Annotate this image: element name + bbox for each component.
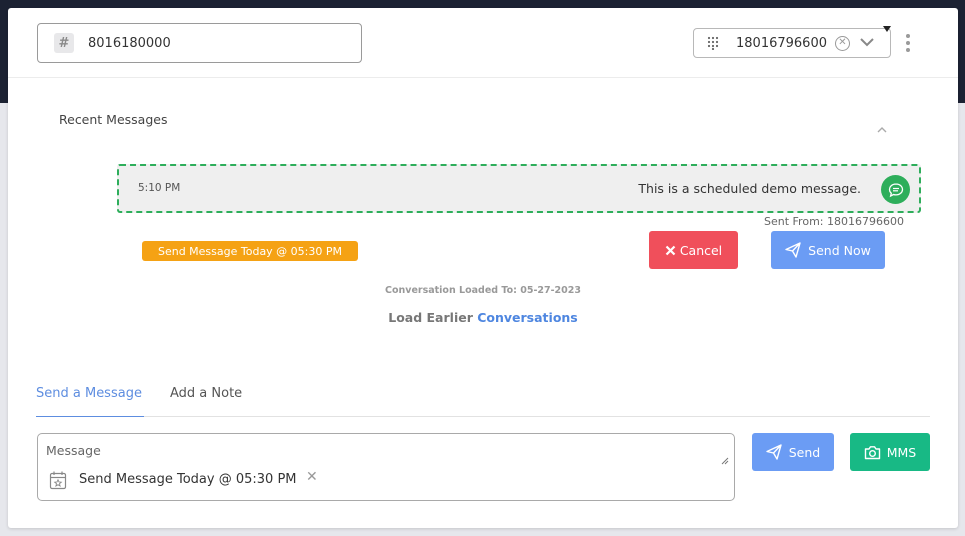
message-placeholder: Message (46, 443, 101, 458)
clear-icon[interactable]: ✕ (835, 36, 850, 51)
send-now-label: Send Now (808, 242, 871, 258)
scheduled-message-bubble: 5:10 PM This is a scheduled demo message… (117, 164, 921, 213)
from-number-select[interactable]: 18016796600 ✕ (693, 28, 891, 58)
send-now-button[interactable]: Send Now (771, 231, 885, 269)
tab-add-note[interactable]: Add a Note (170, 386, 242, 417)
message-input[interactable]: Message Send Message Today @ 05:30 PM ✕ (37, 433, 735, 501)
calendar-icon (49, 471, 67, 490)
load-earlier[interactable]: Load Earlier Conversations (8, 310, 958, 325)
conversation-loaded-to: Conversation Loaded To: 05-27-2023 (384, 285, 581, 296)
chevron-down-icon[interactable] (859, 35, 875, 49)
contact-number-value: 8016180000 (88, 35, 171, 51)
sent-from-label: Sent From: 18016796600 (764, 215, 904, 228)
message-time: 5:10 PM (138, 182, 181, 194)
chevron-up-icon[interactable] (876, 125, 888, 133)
load-earlier-link[interactable]: Conversations (477, 310, 578, 325)
remove-schedule-icon[interactable]: ✕ (306, 469, 318, 485)
from-number-value: 18016796600 (736, 35, 827, 51)
paper-plane-icon (766, 444, 782, 460)
schedule-badge: Send Message Today @ 05:30 PM (142, 241, 358, 261)
send-button[interactable]: Send (752, 433, 834, 471)
contact-number-field[interactable]: # 8016180000 (37, 23, 362, 63)
recent-messages-title: Recent Messages (59, 112, 168, 127)
mms-label: MMS (886, 444, 917, 460)
send-label: Send (788, 444, 821, 460)
scheduled-time-text: Send Message Today @ 05:30 PM (79, 472, 297, 487)
cancel-label: Cancel (679, 242, 723, 258)
chat-bubble-icon (881, 175, 910, 204)
camera-icon (864, 445, 880, 459)
conversation-header: # 8016180000 18016796600 ✕ (8, 8, 958, 78)
more-vertical-icon[interactable] (905, 34, 911, 52)
dialpad-icon (707, 36, 719, 50)
close-icon (665, 245, 676, 255)
compose-tabs: Send a Message Add a Note (36, 379, 930, 417)
message-text: This is a scheduled demo message. (638, 181, 861, 196)
conversation-panel: # 8016180000 18016796600 ✕ Recent Messag… (8, 8, 958, 528)
resize-handle-icon[interactable] (721, 457, 729, 465)
hash-icon: # (54, 33, 74, 53)
mms-button[interactable]: MMS (850, 433, 930, 471)
tab-send-message[interactable]: Send a Message (36, 386, 144, 417)
paper-plane-icon (785, 242, 801, 258)
caret-icon (883, 26, 891, 32)
cancel-button[interactable]: Cancel (649, 231, 738, 269)
load-earlier-prefix: Load Earlier (388, 310, 473, 325)
